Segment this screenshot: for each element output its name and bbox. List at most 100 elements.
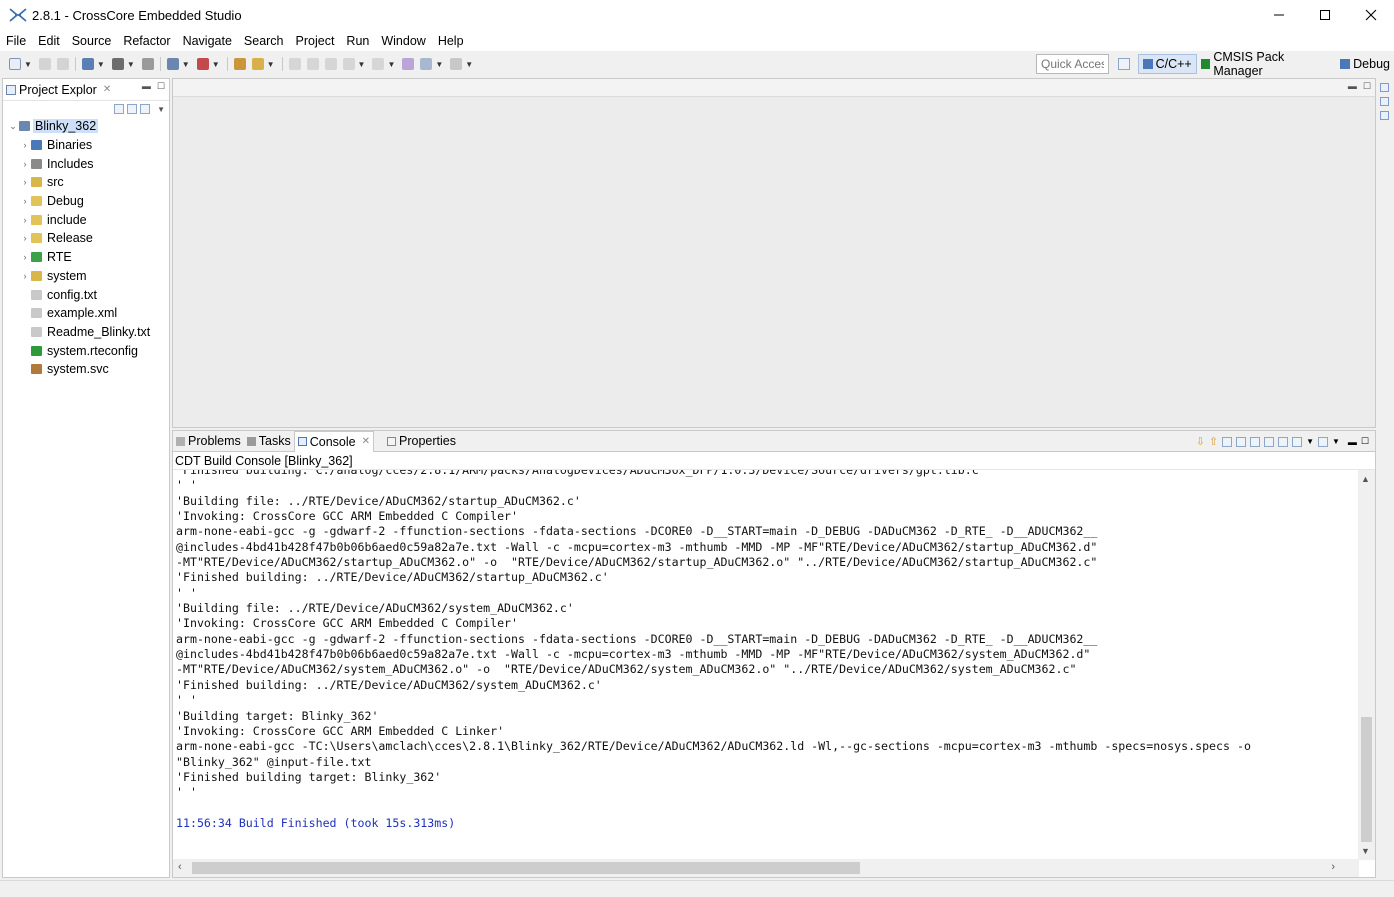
tree-item[interactable]: › include [3,210,169,229]
display-console-icon[interactable] [1292,436,1303,447]
tab-properties[interactable]: Properties [384,431,459,452]
menu-edit[interactable]: Edit [32,34,66,48]
outline-icon[interactable] [1380,97,1389,106]
tree-item[interactable]: example.xml [3,304,169,323]
prev-annotation-icon[interactable] [372,58,385,70]
tree-item[interactable]: ⌄ Blinky_362 [3,117,169,136]
scroll-right-icon[interactable]: › [1331,861,1335,873]
previous-icon[interactable]: ⇧ [1209,435,1218,448]
search-icon[interactable] [251,58,264,70]
save-icon[interactable] [38,58,51,70]
maximize-editor-icon[interactable]: ☐ [1363,81,1371,92]
tab-problems[interactable]: Problems [173,431,244,452]
restore-icon[interactable] [1380,83,1389,92]
save-all-icon[interactable] [56,58,69,70]
scroll-left-icon[interactable]: ‹ [178,861,182,873]
minimize-console-icon[interactable]: ▬ [1348,437,1357,447]
console-horizontal-scrollbar[interactable]: ‹ › [173,859,1359,877]
maximize-icon[interactable] [1302,0,1348,30]
tree-item[interactable]: › Release [3,229,169,248]
menu-search[interactable]: Search [238,34,290,48]
tree-item[interactable]: system.rteconfig [3,341,169,360]
tree-item[interactable]: Readme_Blinky.txt [3,323,169,342]
toggle-mark-icon[interactable] [288,58,301,70]
display-console-dropdown-icon[interactable]: ▼ [1306,437,1314,446]
menu-project[interactable]: Project [290,34,341,48]
tab-project-explorer[interactable]: Project Explor ✕ [3,79,114,101]
tree-item[interactable]: › src [3,173,169,192]
minimize-editor-icon[interactable]: ▬ [1348,81,1357,92]
run-icon[interactable] [196,58,209,70]
show-console-icon[interactable] [1264,436,1275,447]
tab-console[interactable]: Console ✕ [293,430,375,452]
menu-source[interactable]: Source [66,34,118,48]
tree-item[interactable]: › Debug [3,192,169,211]
link-with-editor-icon[interactable] [127,104,138,114]
scroll-up-icon[interactable]: ▲ [1361,474,1370,484]
minimize-view-icon[interactable]: ▬ [142,81,151,92]
quick-access-input[interactable] [1036,54,1109,74]
view-menu-icon[interactable]: ▼ [157,105,165,114]
tree-item[interactable]: › Includes [3,154,169,173]
show-whitespace-icon[interactable] [324,58,337,70]
chevron-right-icon[interactable]: › [19,140,31,150]
maximize-view-icon[interactable]: ☐ [157,81,165,92]
scrollbar-thumb[interactable] [1361,717,1372,842]
tree-item[interactable]: config.txt [3,285,169,304]
next-icon[interactable]: ⇩ [1196,435,1205,448]
build-dropdown-icon[interactable]: ▼ [97,60,105,69]
minimize-icon[interactable] [1256,0,1302,30]
search-dropdown-icon[interactable]: ▼ [267,60,275,69]
clear-console-icon[interactable] [1222,436,1233,447]
tree-item[interactable]: system.svc [3,360,169,379]
menu-window[interactable]: Window [375,34,431,48]
menu-refactor[interactable]: Refactor [117,34,176,48]
last-edit-icon[interactable] [402,58,415,70]
new-icon[interactable] [9,58,21,70]
tab-tasks[interactable]: Tasks [244,431,294,452]
word-wrap-icon[interactable] [1250,436,1261,447]
toggle-highlight-icon[interactable] [306,58,319,70]
chevron-right-icon[interactable]: › [19,177,31,187]
collapse-all-icon[interactable] [114,104,125,114]
maximize-console-icon[interactable]: ☐ [1361,436,1369,447]
make-target-icon[interactable] [1380,111,1389,120]
perspective-debug[interactable]: Debug [1336,54,1394,74]
forward-icon[interactable] [450,58,463,70]
console-vertical-scrollbar[interactable]: ▲ ▼ [1358,470,1375,860]
close-icon[interactable]: ✕ [362,436,370,447]
debug-dropdown-icon[interactable]: ▼ [182,60,190,69]
pin-console-icon[interactable] [1278,436,1289,447]
scroll-lock-icon[interactable] [1236,436,1247,447]
menu-file[interactable]: File [0,34,32,48]
chevron-right-icon[interactable]: › [19,252,31,262]
chevron-right-icon[interactable]: › [19,233,31,243]
print-icon[interactable] [141,58,154,70]
chevron-down-icon[interactable]: ⌄ [7,121,19,132]
open-perspective-icon[interactable] [1118,58,1130,70]
chevron-right-icon[interactable]: › [19,271,31,281]
scroll-down-icon[interactable]: ▼ [1361,846,1370,856]
perspective-cmsis[interactable]: CMSIS Pack Manager [1197,50,1336,78]
chevron-right-icon[interactable]: › [19,196,31,206]
open-console-dropdown-icon[interactable]: ▼ [1332,437,1340,446]
scrollbar-thumb[interactable] [192,862,860,874]
open-console-icon[interactable] [1318,436,1328,447]
menu-run[interactable]: Run [340,34,375,48]
hammer-dropdown-icon[interactable]: ▼ [127,60,135,69]
prev-annotation-dropdown-icon[interactable]: ▼ [387,60,395,69]
debug-icon[interactable] [166,58,179,70]
menu-help[interactable]: Help [432,34,470,48]
tree-item[interactable]: › RTE [3,248,169,267]
console-output[interactable]: 'Finished building: C:/analog/cces/2.8.1… [173,470,1359,860]
forward-dropdown-icon[interactable]: ▼ [465,60,473,69]
close-icon[interactable] [1348,0,1394,30]
close-icon[interactable]: ✕ [103,84,111,95]
hammer-icon[interactable] [111,58,124,70]
open-type-icon[interactable] [233,58,246,70]
menu-navigate[interactable]: Navigate [177,34,238,48]
back-dropdown-icon[interactable]: ▼ [435,60,443,69]
tree-item[interactable]: › system [3,267,169,286]
build-icon[interactable] [81,58,94,70]
new-dropdown-icon[interactable]: ▼ [24,60,32,69]
